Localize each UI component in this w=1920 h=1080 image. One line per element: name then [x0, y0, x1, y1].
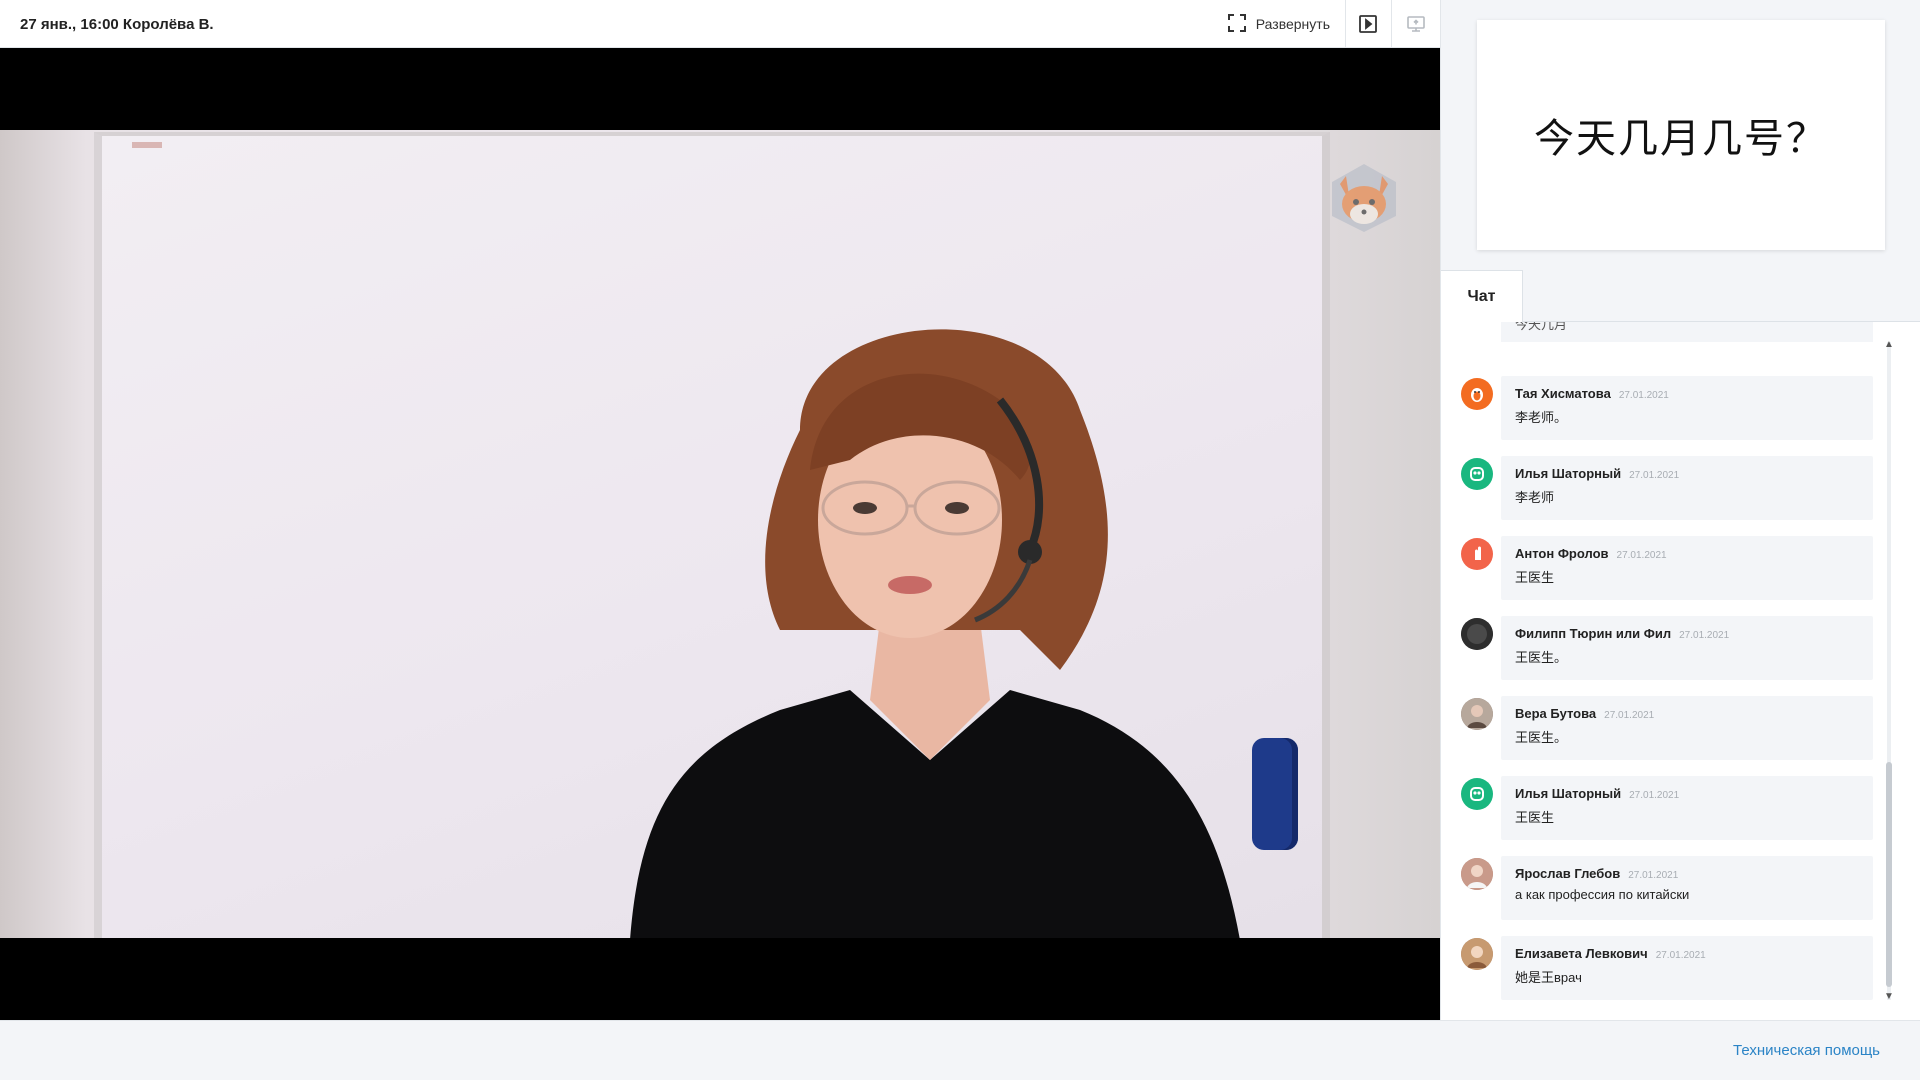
- message-text: 李老师: [1515, 490, 1555, 505]
- message-author: Ярослав Глебов: [1515, 866, 1621, 881]
- message-date: 27.01.2021: [1655, 950, 1706, 961]
- top-bar: 27 янв., 16:00 Королёва В. Развернуть: [0, 0, 1440, 48]
- expand-button[interactable]: Развернуть: [1227, 12, 1330, 36]
- fox-logo-icon: [1332, 164, 1396, 232]
- footer: Техническая помощь: [0, 1020, 1920, 1080]
- scrollbar-thumb[interactable]: [1886, 762, 1892, 987]
- chat-tabs: Чат: [1441, 270, 1920, 323]
- user-avatar: [1461, 618, 1493, 650]
- message-date: 27.01.2021: [1679, 630, 1730, 641]
- message-bubble: Филипп Тюрин или Фил 27.01.2021 王医生。: [1501, 616, 1873, 680]
- toolbar-divider: [1345, 0, 1346, 48]
- truncated-message: 今天几月: [1501, 322, 1873, 342]
- message-text: 王医生: [1515, 570, 1555, 585]
- expand-icon: [1227, 13, 1246, 35]
- play-square-icon[interactable]: [1356, 12, 1380, 36]
- message-date: 27.01.2021: [1616, 550, 1667, 561]
- message-author: Тая Хисматова: [1515, 386, 1611, 401]
- message-text: 李老师。: [1515, 410, 1568, 425]
- message-bubble: Илья Шаторный 27.01.2021 李老师: [1501, 456, 1873, 520]
- message-bubble: Елизавета Левкович 27.01.2021 她是王врач: [1501, 936, 1873, 1000]
- message-date: 27.01.2021: [1628, 870, 1679, 881]
- tab-chat[interactable]: Чат: [1441, 270, 1523, 323]
- video-player[interactable]: [0, 48, 1440, 1020]
- chat-message: Антон Фролов 27.01.2021 王医生: [1461, 536, 1881, 602]
- message-author: Елизавета Левкович: [1515, 946, 1648, 961]
- toolbar-divider: [1391, 0, 1392, 48]
- message-author: Илья Шаторный: [1515, 786, 1622, 801]
- message-author: Антон Фролов: [1515, 546, 1609, 561]
- truncated-message-text: 今天几月: [1515, 322, 1568, 332]
- message-text: а как профессия по китайски: [1515, 887, 1690, 902]
- presentation-slide[interactable]: 今天几月几号？: [1477, 20, 1885, 250]
- chat-message: Филипп Тюрин или Фил 27.01.2021 王医生。: [1461, 616, 1881, 682]
- message-date: 27.01.2021: [1618, 390, 1669, 401]
- whiteboard-brand-label: [132, 142, 162, 148]
- tech-support-link[interactable]: Техническая помощь: [1733, 1042, 1880, 1059]
- user-avatar: [1461, 698, 1493, 730]
- message-bubble: Ярослав Глебов 27.01.2021 а как професси…: [1501, 856, 1873, 920]
- chat-message: Вера Бутова 27.01.2021 王医生。: [1461, 696, 1881, 762]
- penguin-avatar-icon: [1461, 378, 1493, 410]
- message-author: Вера Бутова: [1515, 706, 1597, 721]
- scroll-down-arrow-icon[interactable]: ▼: [1884, 992, 1894, 1002]
- chat-panel: 今天几月 Тая Хисматова 27.01.2021 李老师。 Илья …: [1441, 322, 1920, 1020]
- user-avatar: [1461, 858, 1493, 890]
- owl-avatar-icon: [1461, 778, 1493, 810]
- teacher-video-figure: [630, 329, 1240, 938]
- owl-avatar-icon: [1461, 458, 1493, 490]
- message-bubble: Илья Шаторный 27.01.2021 王医生: [1501, 776, 1873, 840]
- chat-message: Тая Хисматова 27.01.2021 李老师。: [1461, 376, 1881, 442]
- screen-share-icon[interactable]: [1404, 12, 1428, 36]
- chat-message: Ярослав Глебов 27.01.2021 а как професси…: [1461, 856, 1881, 922]
- chat-message: Елизавета Левкович 27.01.2021 她是王врач: [1461, 936, 1881, 1002]
- message-bubble: Тая Хисматова 27.01.2021 李老师。: [1501, 376, 1873, 440]
- message-author: Филипп Тюрин или Фил: [1515, 626, 1672, 641]
- video-frame: [0, 130, 1440, 938]
- message-date: 27.01.2021: [1629, 470, 1680, 481]
- hand-avatar-icon: [1461, 538, 1493, 570]
- message-text: 她是王врач: [1515, 970, 1582, 985]
- message-text: 王医生。: [1515, 730, 1568, 745]
- message-bubble: Антон Фролов 27.01.2021 王医生: [1501, 536, 1873, 600]
- message-text: 王医生: [1515, 810, 1555, 825]
- message-date: 27.01.2021: [1604, 710, 1655, 721]
- message-author: Илья Шаторный: [1515, 466, 1622, 481]
- chat-message: Илья Шаторный 27.01.2021 李老师: [1461, 456, 1881, 522]
- lesson-title: 27 янв., 16:00 Королёва В.: [20, 16, 214, 33]
- message-bubble: Вера Бутова 27.01.2021 王医生。: [1501, 696, 1873, 760]
- expand-label: Развернуть: [1255, 16, 1330, 32]
- scroll-up-arrow-icon[interactable]: ▲: [1884, 340, 1894, 350]
- user-avatar: [1461, 938, 1493, 970]
- right-sidebar: 今天几月几号？ Чат 今天几月 Тая Хисматова 27.01.202…: [1440, 0, 1920, 1020]
- slide-text: 今天几月几号？: [1534, 116, 1828, 162]
- chat-scrollbar[interactable]: ▲ ▼: [1884, 340, 1894, 1002]
- chat-message: Илья Шаторный 27.01.2021 王医生: [1461, 776, 1881, 842]
- message-text: 王医生。: [1515, 650, 1568, 665]
- message-date: 27.01.2021: [1629, 790, 1680, 801]
